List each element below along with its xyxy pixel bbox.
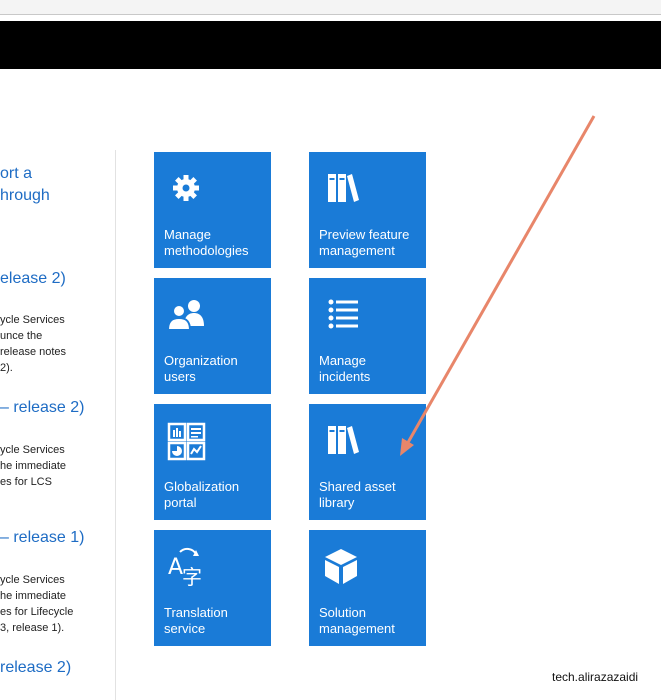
tile-manage-methodologies[interactable]: Manage methodologies xyxy=(154,152,271,268)
tile-label: Manage methodologies xyxy=(164,227,249,258)
package-icon xyxy=(325,549,357,584)
translate-icon: A 字 xyxy=(168,547,202,588)
tile-globalization-portal[interactable]: Globalization portal xyxy=(154,404,271,520)
tile-shared-asset-library[interactable]: Shared asset library xyxy=(309,404,426,520)
books-icon xyxy=(328,174,359,202)
note-text: ycle Services xyxy=(0,314,65,326)
release-link-title-2[interactable]: hrough xyxy=(0,187,50,205)
note-text: unce the xyxy=(0,330,43,342)
note-text: es for LCS xyxy=(0,476,52,488)
tile-label: Manage incidents xyxy=(319,353,371,384)
note-text: he immediate xyxy=(0,460,67,472)
browser-top-strip xyxy=(0,0,661,15)
release-notes-panel: ort a hrough elease 2) ycle Services unc… xyxy=(0,150,115,700)
note-text: ycle Services xyxy=(0,574,65,586)
tile-label: Shared asset library xyxy=(319,479,396,510)
note-text: release notes xyxy=(0,346,67,358)
release-link-a[interactable]: elease 2) xyxy=(0,270,66,288)
release-link-title-1[interactable]: ort a xyxy=(0,165,32,183)
note-text: 2). xyxy=(0,362,13,374)
note-text: ycle Services xyxy=(0,444,65,456)
tile-translation-service[interactable]: A 字 Translation service xyxy=(154,530,271,646)
tile-label: Solution management xyxy=(319,605,395,636)
list-icon xyxy=(328,299,358,329)
release-link-d[interactable]: release 2) xyxy=(0,659,71,677)
panel-divider xyxy=(115,150,116,700)
note-text: es for Lifecycle xyxy=(0,606,74,618)
tile-solution-management[interactable]: Solution management xyxy=(309,530,426,646)
tile-label: Translation service xyxy=(164,605,228,636)
watermark-text: tech.alirazazaidi xyxy=(552,670,639,684)
release-link-b[interactable]: – release 2) xyxy=(0,399,85,417)
tile-preview-feature-management[interactable]: Preview feature management xyxy=(309,152,426,268)
svg-text:A: A xyxy=(168,555,183,580)
globalization-icon xyxy=(167,422,206,461)
tile-manage-incidents[interactable]: Manage incidents xyxy=(309,278,426,394)
books-icon xyxy=(328,426,359,454)
release-link-c[interactable]: – release 1) xyxy=(0,529,85,547)
note-text: he immediate xyxy=(0,590,67,602)
tile-label: Preview feature management xyxy=(319,227,410,258)
tile-label: Organization users xyxy=(164,353,238,384)
gear-icon xyxy=(173,175,199,201)
svg-text:字: 字 xyxy=(182,565,202,588)
header-bar xyxy=(0,21,661,69)
users-icon xyxy=(166,300,204,331)
tile-organization-users[interactable]: Organization users xyxy=(154,278,271,394)
note-text: 3, release 1). xyxy=(0,622,65,634)
tile-label: Globalization portal xyxy=(164,479,240,510)
